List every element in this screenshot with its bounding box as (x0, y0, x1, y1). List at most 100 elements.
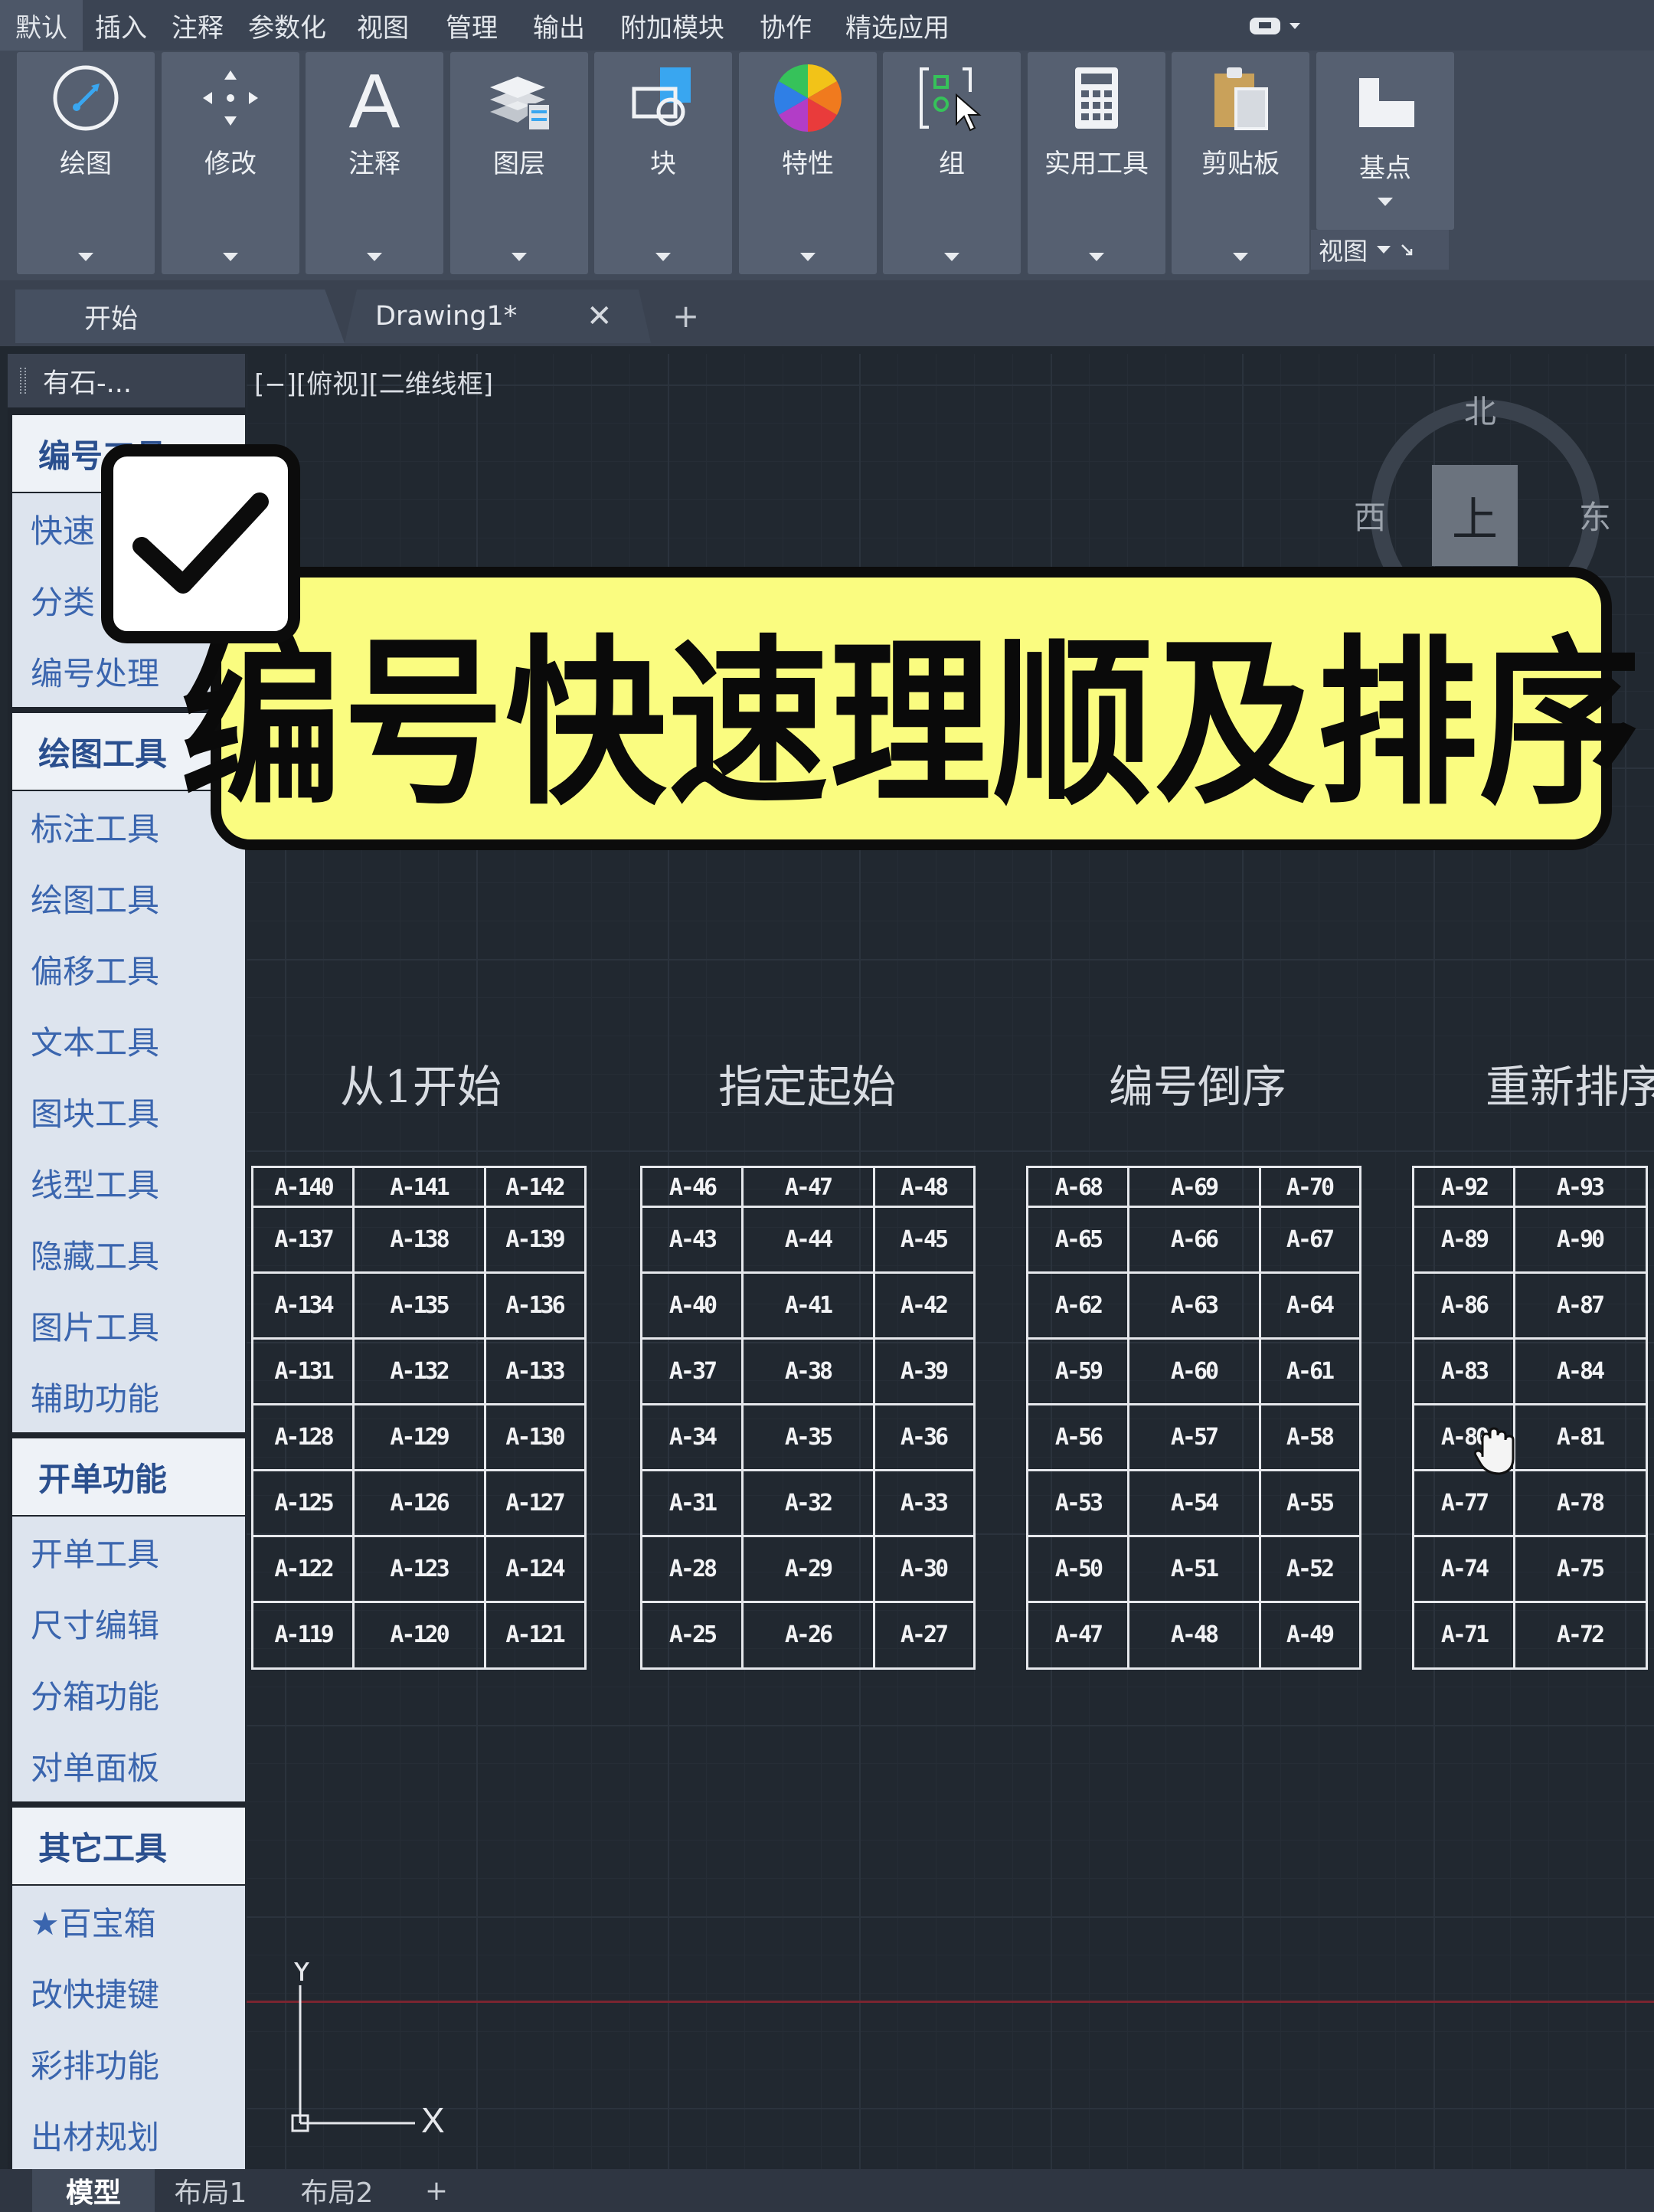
table-cell[interactable]: A-77 (1414, 1470, 1514, 1536)
table-cell[interactable]: A-142 (485, 1168, 584, 1206)
table-cell[interactable]: A-48 (874, 1168, 973, 1206)
workspace-switcher[interactable] (1248, 11, 1302, 41)
compass-west[interactable]: 西 (1354, 492, 1386, 538)
table-cell[interactable]: A-62 (1028, 1272, 1128, 1338)
table-cell[interactable]: A-51 (1128, 1536, 1260, 1602)
ribbon-panel-7[interactable]: 实用工具 (1028, 52, 1165, 274)
panel-dropdown-icon[interactable] (1233, 253, 1248, 261)
table-cell[interactable]: A-78 (1514, 1470, 1646, 1536)
table-cell[interactable]: A-137 (253, 1206, 353, 1272)
menu-item-8[interactable]: 协作 (743, 0, 829, 51)
table-cell[interactable]: A-61 (1260, 1338, 1359, 1404)
ribbon-panel-5[interactable]: 特性 (739, 52, 877, 274)
palette-title-bar[interactable]: 有石-... (8, 354, 245, 407)
number-table-0[interactable]: A-140 A-141 A-142 A-137 A-138 A-139 A-134 A-135… (251, 1166, 587, 1670)
compass-north[interactable]: 北 (1464, 386, 1496, 433)
table-cell[interactable]: A-30 (874, 1536, 973, 1602)
table-cell[interactable]: A-36 (874, 1404, 973, 1470)
palette-item[interactable]: ★百宝箱 (12, 1886, 245, 1957)
table-cell[interactable]: A-49 (1260, 1602, 1359, 1667)
drag-grip-icon[interactable] (20, 368, 26, 394)
menu-item-3[interactable]: 参数化 (236, 0, 338, 51)
menu-item-9[interactable]: 精选应用 (829, 0, 966, 51)
table-cell[interactable]: A-72 (1514, 1602, 1646, 1667)
table-cell[interactable]: A-45 (874, 1206, 973, 1272)
palette-item[interactable]: 开单工具 (12, 1517, 245, 1588)
add-layout-icon[interactable]: + (414, 2169, 459, 2212)
number-table-1[interactable]: A-46 A-47 A-48 A-43 A-44 A-45 A-40 A-41 A-42 A-37… (640, 1166, 976, 1670)
menu-item-7[interactable]: 附加模块 (602, 0, 743, 51)
table-cell[interactable]: A-124 (485, 1536, 584, 1602)
table-cell[interactable]: A-27 (874, 1602, 973, 1667)
palette-item[interactable]: 对单面板 (12, 1730, 245, 1801)
table-cell[interactable]: A-122 (253, 1536, 353, 1602)
table-cell[interactable]: A-39 (874, 1338, 973, 1404)
palette-item[interactable]: 图片工具 (12, 1290, 245, 1361)
table-cell[interactable]: A-57 (1128, 1404, 1260, 1470)
table-cell[interactable]: A-141 (353, 1168, 485, 1206)
palette-item[interactable]: 文本工具 (12, 1005, 245, 1076)
table-cell[interactable]: A-70 (1260, 1168, 1359, 1206)
panel-dropdown-icon[interactable] (655, 253, 671, 261)
table-cell[interactable]: A-125 (253, 1470, 353, 1536)
palette-item[interactable]: 绘图工具 (12, 862, 245, 934)
menu-item-1[interactable]: 插入 (83, 0, 159, 51)
table-cell[interactable]: A-68 (1028, 1168, 1128, 1206)
view-panel-footer[interactable]: 视图 (1311, 230, 1449, 270)
number-table-2[interactable]: A-68 A-69 A-70 A-65 A-66 A-67 A-62 A-63 A-64 A-59… (1026, 1166, 1361, 1670)
table-cell[interactable]: A-140 (253, 1168, 353, 1206)
table-cell[interactable]: A-67 (1260, 1206, 1359, 1272)
table-cell[interactable]: A-38 (742, 1338, 874, 1404)
table-cell[interactable]: A-66 (1128, 1206, 1260, 1272)
table-cell[interactable]: A-120 (353, 1602, 485, 1667)
table-cell[interactable]: A-33 (874, 1470, 973, 1536)
table-cell[interactable]: A-47 (1028, 1602, 1128, 1667)
table-cell[interactable]: A-81 (1514, 1404, 1646, 1470)
ribbon-panel-4[interactable]: 块 (594, 52, 732, 274)
table-cell[interactable]: A-34 (642, 1404, 742, 1470)
palette-item[interactable]: 隐藏工具 (12, 1219, 245, 1290)
palette-section-3[interactable]: 其它工具 (12, 1808, 245, 1884)
table-cell[interactable]: A-128 (253, 1404, 353, 1470)
ribbon-panel-9[interactable]: 基点 (1316, 52, 1454, 230)
table-cell[interactable]: A-60 (1128, 1338, 1260, 1404)
table-cell[interactable]: A-92 (1414, 1168, 1514, 1206)
panel-dropdown-icon[interactable] (78, 253, 93, 261)
table-cell[interactable]: A-29 (742, 1536, 874, 1602)
table-cell[interactable]: A-65 (1028, 1206, 1128, 1272)
table-cell[interactable]: A-86 (1414, 1272, 1514, 1338)
menu-item-0[interactable]: 默认 (0, 0, 83, 51)
table-cell[interactable]: A-64 (1260, 1272, 1359, 1338)
palette-item[interactable]: 辅助功能 (12, 1361, 245, 1432)
palette-section-2[interactable]: 开单功能 (12, 1438, 245, 1515)
menu-item-2[interactable]: 注释 (159, 0, 236, 51)
panel-dropdown-icon[interactable] (1378, 198, 1393, 206)
ribbon-panel-8[interactable]: 剪贴板 (1172, 52, 1309, 274)
table-cell[interactable]: A-35 (742, 1404, 874, 1470)
panel-dropdown-icon[interactable] (512, 253, 527, 261)
palette-item[interactable]: 出材规划 (12, 2099, 245, 2169)
table-cell[interactable]: A-25 (642, 1602, 742, 1667)
layout-tab-1[interactable]: 布局1 (157, 2169, 264, 2212)
menu-item-5[interactable]: 管理 (427, 0, 516, 51)
table-cell[interactable]: A-121 (485, 1602, 584, 1667)
palette-item[interactable]: 彩排功能 (12, 2028, 245, 2099)
layout-tab-0[interactable]: 模型 (32, 2169, 155, 2212)
table-cell[interactable]: A-28 (642, 1536, 742, 1602)
compass-east[interactable]: 东 (1579, 492, 1611, 538)
table-cell[interactable]: A-26 (742, 1602, 874, 1667)
table-cell[interactable]: A-89 (1414, 1206, 1514, 1272)
table-cell[interactable]: A-138 (353, 1206, 485, 1272)
menu-item-4[interactable]: 视图 (338, 0, 427, 51)
table-cell[interactable]: A-83 (1414, 1338, 1514, 1404)
table-cell[interactable]: A-71 (1414, 1602, 1514, 1667)
viewport-controls[interactable]: [−][俯视][二维线框] (254, 363, 493, 401)
table-cell[interactable]: A-127 (485, 1470, 584, 1536)
table-cell[interactable]: A-75 (1514, 1536, 1646, 1602)
table-cell[interactable]: A-47 (742, 1168, 874, 1206)
table-cell[interactable]: A-84 (1514, 1338, 1646, 1404)
palette-item[interactable]: 分箱功能 (12, 1659, 245, 1730)
panel-dropdown-icon[interactable] (367, 253, 382, 261)
table-cell[interactable]: A-46 (642, 1168, 742, 1206)
table-cell[interactable]: A-52 (1260, 1536, 1359, 1602)
